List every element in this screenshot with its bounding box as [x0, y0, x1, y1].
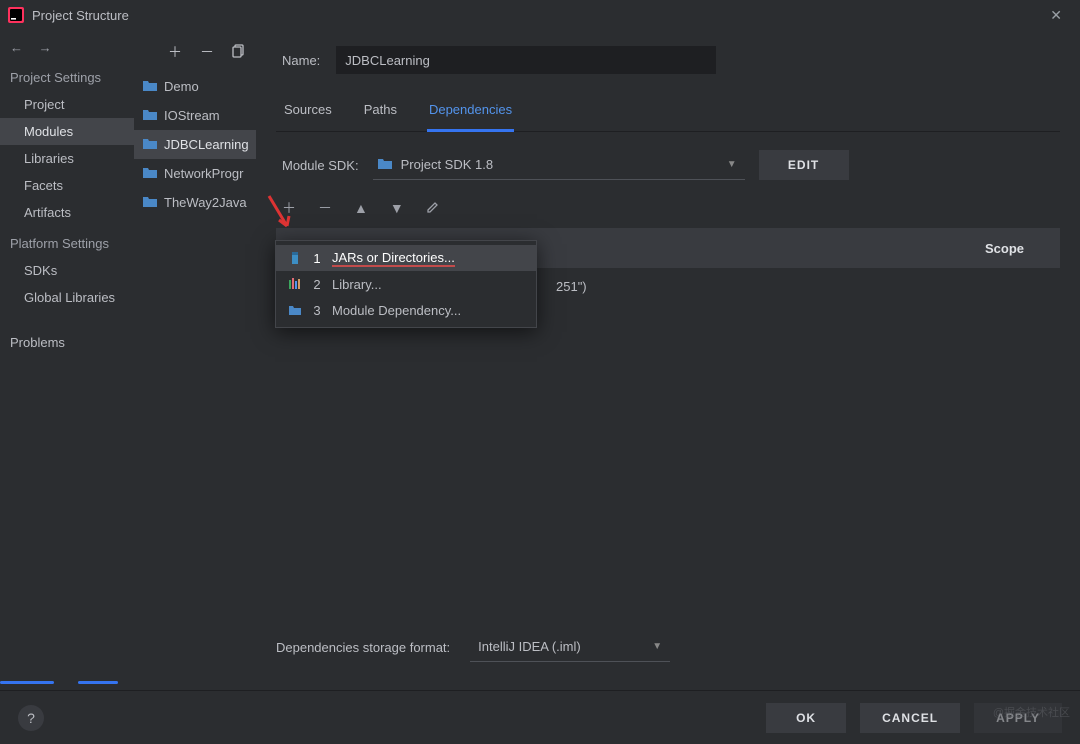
- dependency-toolbar: ＋ － ▲ ▼: [282, 198, 1060, 218]
- dependency-text-partial: 251"): [556, 279, 587, 294]
- chevron-down-icon: ▼: [727, 159, 737, 170]
- name-label: Name:: [282, 53, 320, 68]
- tab-dependencies[interactable]: Dependencies: [427, 96, 514, 132]
- nav-item-project[interactable]: Project: [0, 91, 134, 118]
- nav-section-platform-settings: Platform Settings: [0, 226, 134, 257]
- storage-format-select[interactable]: IntelliJ IDEA (.iml) ▼: [470, 632, 670, 662]
- module-label: NetworkProgr: [164, 166, 243, 181]
- add-dependency-icon[interactable]: ＋: [282, 198, 296, 218]
- remove-module-icon[interactable]: －: [200, 42, 214, 62]
- module-sdk-select[interactable]: Project SDK 1.8 ▼: [373, 150, 745, 180]
- forward-icon[interactable]: →: [27, 40, 52, 55]
- module-dep-folder-icon: [288, 304, 302, 316]
- help-button[interactable]: ?: [18, 705, 44, 731]
- nav-item-modules[interactable]: Modules: [0, 118, 134, 145]
- nav-section-project-settings: Project Settings: [0, 60, 134, 91]
- module-folder-icon: [142, 165, 158, 182]
- move-up-icon[interactable]: ▲: [354, 200, 368, 216]
- module-folder-icon: [142, 78, 158, 95]
- edit-sdk-button[interactable]: EDIT: [759, 150, 849, 180]
- tab-sources[interactable]: Sources: [282, 96, 334, 131]
- storage-format-row: Dependencies storage format: IntelliJ ID…: [276, 632, 670, 662]
- module-item[interactable]: NetworkProgr: [134, 159, 256, 188]
- popup-label: JARs or Directories...: [332, 250, 455, 267]
- module-detail-pane: Name: Sources Paths Dependencies Module …: [256, 30, 1080, 690]
- storage-format-value: IntelliJ IDEA (.iml): [478, 639, 581, 654]
- back-icon[interactable]: ←: [0, 40, 23, 55]
- popup-shortcut-2: 2: [312, 277, 322, 292]
- popup-shortcut-3: 3: [312, 303, 322, 318]
- module-folder-icon: [142, 107, 158, 124]
- module-item-selected[interactable]: JDBCLearning: [134, 130, 256, 159]
- popup-item-library[interactable]: 2 Library...: [276, 271, 536, 297]
- cancel-button[interactable]: CANCEL: [860, 703, 960, 733]
- storage-format-label: Dependencies storage format:: [276, 640, 450, 655]
- ok-button[interactable]: OK: [766, 703, 846, 733]
- chevron-down-icon: ▼: [652, 641, 662, 652]
- progress-indicator: [0, 681, 54, 684]
- module-item[interactable]: TheWay2Java: [134, 188, 256, 217]
- module-label: JDBCLearning: [164, 137, 249, 152]
- tab-paths[interactable]: Paths: [362, 96, 399, 131]
- module-tabs: Sources Paths Dependencies: [276, 96, 1060, 132]
- jar-icon: [288, 251, 302, 265]
- module-item[interactable]: IOStream: [134, 101, 256, 130]
- module-item[interactable]: Demo: [134, 72, 256, 101]
- nav-item-artifacts[interactable]: Artifacts: [0, 199, 134, 226]
- remove-dependency-icon[interactable]: －: [318, 198, 332, 218]
- nav-item-global-libraries[interactable]: Global Libraries: [0, 284, 134, 311]
- library-icon: [288, 278, 302, 290]
- popup-label: Library...: [332, 277, 382, 292]
- module-label: TheWay2Java: [164, 195, 247, 210]
- popup-item-module-dependency[interactable]: 3 Module Dependency...: [276, 297, 536, 323]
- nav-item-facets[interactable]: Facets: [0, 172, 134, 199]
- nav-item-problems[interactable]: Problems: [0, 329, 134, 356]
- popup-shortcut-1: 1: [312, 251, 322, 266]
- module-folder-icon: [142, 136, 158, 153]
- nav-item-libraries[interactable]: Libraries: [0, 145, 134, 172]
- watermark-text: @掘金技术社区: [993, 704, 1070, 720]
- edit-dependency-icon[interactable]: [426, 200, 440, 217]
- popup-label: Module Dependency...: [332, 303, 461, 318]
- close-icon[interactable]: ✕: [1040, 3, 1072, 28]
- title-bar: Project Structure ✕: [0, 0, 1080, 30]
- module-list: ＋ － Demo IOStream JDBCLearning NetworkPr…: [134, 30, 256, 690]
- intellij-logo-icon: [8, 7, 24, 23]
- copy-module-icon[interactable]: [232, 44, 246, 61]
- move-down-icon[interactable]: ▼: [390, 200, 404, 216]
- window-title: Project Structure: [32, 8, 129, 23]
- module-label: Demo: [164, 79, 199, 94]
- add-dependency-popup: 1 JARs or Directories... 2 Library... 3 …: [275, 240, 537, 328]
- module-sdk-value: Project SDK 1.8: [401, 157, 494, 172]
- module-label: IOStream: [164, 108, 220, 123]
- sdk-folder-icon: [377, 156, 393, 173]
- settings-navigator: ← → Project Settings Project Modules Lib…: [0, 30, 134, 690]
- add-module-icon[interactable]: ＋: [168, 42, 182, 62]
- popup-item-jars[interactable]: 1 JARs or Directories...: [276, 245, 536, 271]
- progress-indicator: [78, 681, 118, 684]
- module-name-input[interactable]: [336, 46, 716, 74]
- module-sdk-label: Module SDK:: [282, 158, 359, 173]
- scope-column-header: Scope: [985, 241, 1024, 256]
- nav-item-sdks[interactable]: SDKs: [0, 257, 134, 284]
- dialog-bottom-bar: ? OK CANCEL APPLY: [0, 690, 1080, 744]
- module-folder-icon: [142, 194, 158, 211]
